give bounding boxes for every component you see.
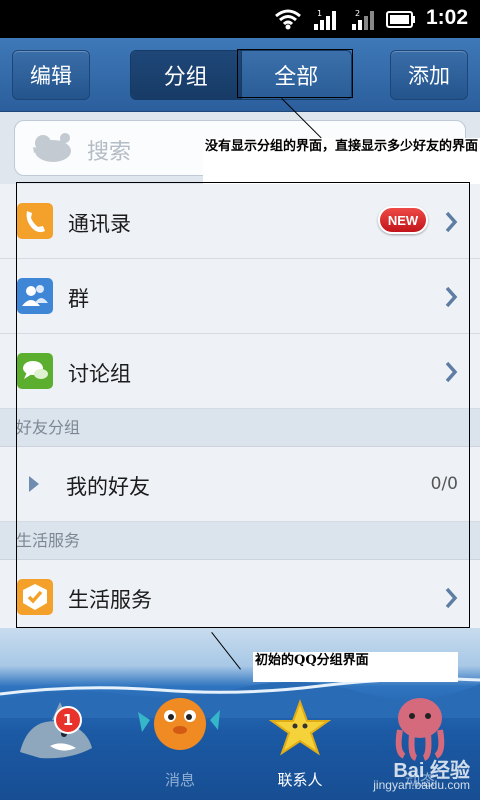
tab-contacts[interactable]: 联系人 [120, 690, 323, 800]
svg-text:2: 2 [355, 9, 360, 18]
octopus-icon [395, 698, 445, 761]
penguin-search-icon [33, 133, 71, 162]
annotation-box-list [16, 182, 470, 628]
status-time: 1:02 [425, 6, 468, 29]
pufferfish-icon [138, 698, 220, 750]
edit-button[interactable]: 编辑 [12, 50, 90, 100]
signal-2-icon: 2 [352, 9, 374, 30]
status-bar: 1 2 1:02 [0, 0, 480, 38]
starfish-icon [268, 699, 332, 756]
message-count-badge: 1 [54, 706, 82, 734]
tab-feed[interactable]: 动态 [240, 690, 435, 800]
tab-messages[interactable]: 1 消息 [0, 690, 195, 800]
add-button[interactable]: 添加 [390, 50, 468, 100]
baidu-watermark: Bai 经验 jingyan.baidu.com [373, 760, 470, 792]
battery-icon [386, 11, 415, 28]
search-placeholder: 搜索 [87, 140, 132, 165]
segment-group[interactable]: 分组 [131, 51, 241, 99]
annotation-top: 没有显示分组的界面，直接显示多少好友的界面 [203, 138, 480, 184]
annotation-bottom: 初始的QQ分组界面 [253, 652, 458, 682]
annotation-box-all [237, 49, 353, 98]
signal-1-icon: 1 [314, 9, 336, 30]
wifi-icon [275, 9, 301, 30]
svg-text:1: 1 [317, 9, 322, 18]
